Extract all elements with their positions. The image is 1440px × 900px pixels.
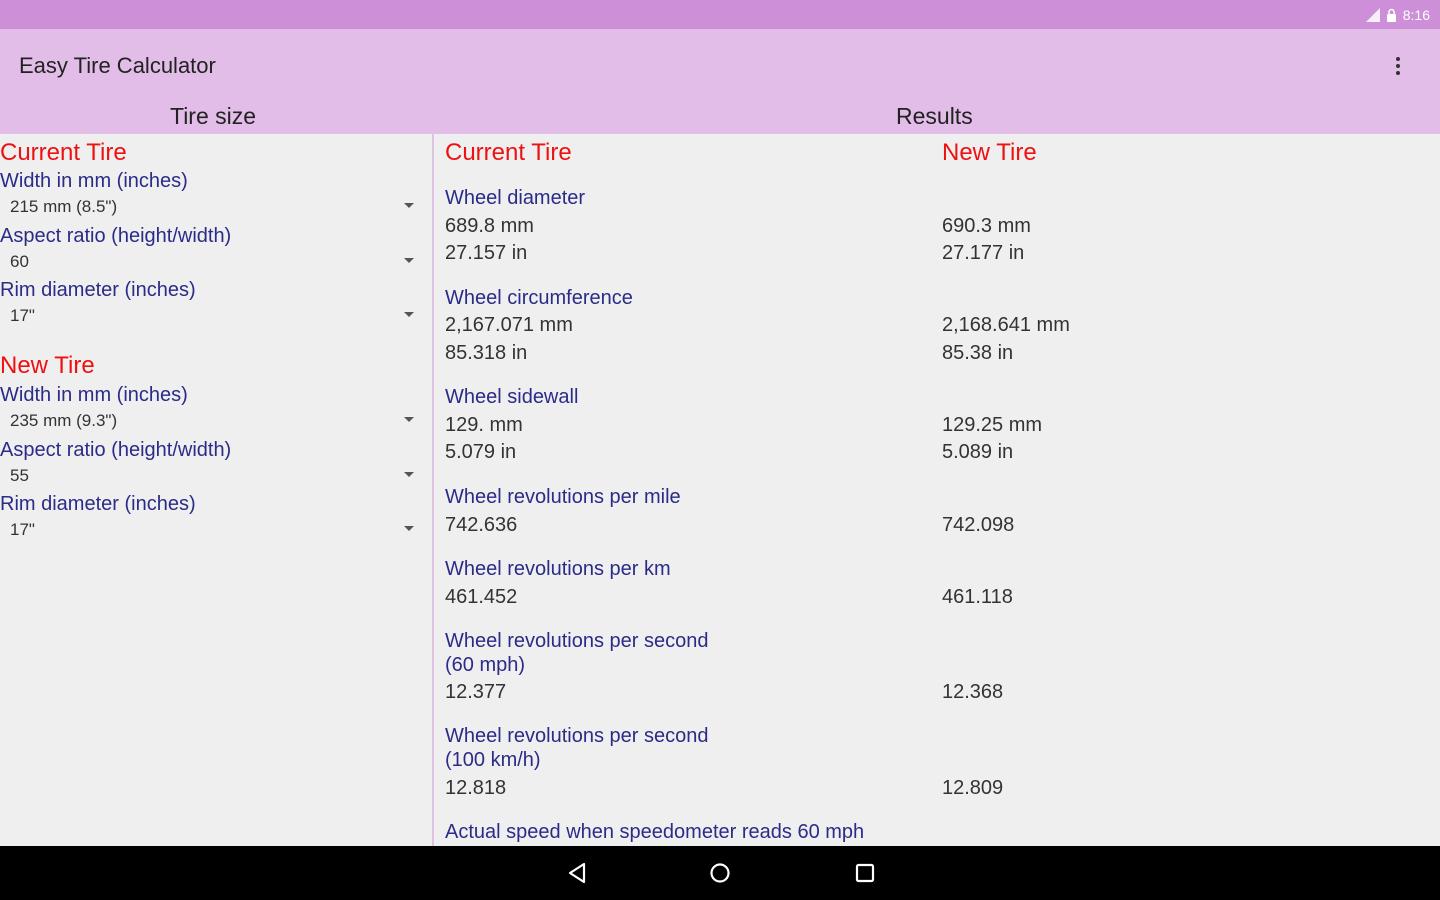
dropdown-arrow-icon xyxy=(404,526,414,531)
result-label-rev-per-sec-kmh-unit: (100 km/h) xyxy=(445,749,541,771)
back-icon[interactable] xyxy=(564,860,590,886)
result-label-circumference: Wheel circumference xyxy=(445,287,633,309)
results-new-heading: New Tire xyxy=(942,139,1037,166)
current-tire-heading: Current Tire xyxy=(0,139,127,166)
current-rim-spinner[interactable]: 17" xyxy=(0,306,424,332)
app-title: Easy Tire Calculator xyxy=(19,53,216,78)
overflow-menu-icon[interactable] xyxy=(1386,54,1410,78)
app-bar: Easy Tire Calculator Tire size Results xyxy=(0,29,1440,134)
result-value: 129.25 mm xyxy=(942,414,1043,436)
dropdown-arrow-icon xyxy=(404,472,414,477)
new-width-spinner[interactable]: 235 mm (9.3") xyxy=(0,411,424,437)
result-label-rev-per-sec-mph: Wheel revolutions per second xyxy=(445,630,709,652)
current-aspect-spinner[interactable]: 60 xyxy=(0,252,424,278)
current-rim-label: Rim diameter (inches) xyxy=(0,279,196,301)
status-time: 8:16 xyxy=(1402,7,1430,23)
new-aspect-label: Aspect ratio (height/width) xyxy=(0,439,232,461)
results-pane: Current Tire New Tire Wheel diameter 689… xyxy=(434,134,1440,846)
current-rim-value: 17" xyxy=(10,306,35,325)
dropdown-arrow-icon xyxy=(404,203,414,208)
tab-tire-size[interactable]: Tire size xyxy=(170,103,256,130)
result-value: 85.318 in xyxy=(445,342,528,364)
result-value: 689.8 mm xyxy=(445,215,534,237)
signal-icon xyxy=(1365,8,1380,22)
current-aspect-value: 60 xyxy=(10,252,29,271)
tire-size-pane: Current Tire Width in mm (inches) 215 mm… xyxy=(0,134,432,846)
tab-results[interactable]: Results xyxy=(896,103,973,130)
new-width-label: Width in mm (inches) xyxy=(0,384,188,406)
lock-icon xyxy=(1386,8,1396,22)
result-value: 85.38 in xyxy=(942,342,1014,364)
result-label-diameter: Wheel diameter xyxy=(445,187,586,209)
result-label-sidewall: Wheel sidewall xyxy=(445,386,579,408)
result-value: 27.177 in xyxy=(942,242,1025,264)
status-icons: 8:16 xyxy=(1364,6,1430,24)
current-width-label: Width in mm (inches) xyxy=(0,170,188,192)
current-aspect-label: Aspect ratio (height/width) xyxy=(0,225,232,247)
result-label-rev-per-sec-mph-unit: (60 mph) xyxy=(445,654,526,676)
result-value: 5.079 in xyxy=(445,441,517,463)
result-value: 2,167.071 mm xyxy=(445,314,573,336)
result-value: 742.098 xyxy=(942,514,1015,536)
result-value: 12.377 xyxy=(445,681,507,703)
result-label-actual-speed: Actual speed when speedometer reads 60 m… xyxy=(445,821,865,843)
new-aspect-spinner[interactable]: 55 xyxy=(0,466,424,492)
result-label-rev-per-sec-kmh: Wheel revolutions per second xyxy=(445,725,709,747)
result-value: 12.818 xyxy=(445,777,507,799)
result-value: 12.368 xyxy=(942,681,1004,703)
dropdown-arrow-icon xyxy=(404,417,414,422)
result-value: 5.089 in xyxy=(942,441,1014,463)
new-tire-heading: New Tire xyxy=(0,352,95,379)
home-icon[interactable] xyxy=(707,860,733,886)
dropdown-arrow-icon xyxy=(404,258,414,263)
new-width-value: 235 mm (9.3") xyxy=(10,411,118,430)
result-value: 2,168.641 mm xyxy=(942,314,1070,336)
result-value: 12.809 xyxy=(942,777,1004,799)
result-value: 690.3 mm xyxy=(942,215,1031,237)
results-current-heading: Current Tire xyxy=(445,139,572,166)
result-value: 742.636 xyxy=(445,514,518,536)
new-rim-value: 17" xyxy=(10,520,35,539)
navigation-bar xyxy=(0,846,1440,900)
new-aspect-value: 55 xyxy=(10,466,29,485)
dropdown-arrow-icon xyxy=(404,312,414,317)
new-rim-spinner[interactable]: 17" xyxy=(0,520,424,546)
recents-icon[interactable] xyxy=(852,860,878,886)
current-width-value: 215 mm (8.5") xyxy=(10,197,118,216)
result-value: 461.118 xyxy=(942,586,1013,608)
result-value: 129. mm xyxy=(445,414,523,436)
current-width-spinner[interactable]: 215 mm (8.5") xyxy=(0,197,424,223)
new-rim-label: Rim diameter (inches) xyxy=(0,493,196,515)
result-value: 461.452 xyxy=(445,586,518,608)
result-label-rev-per-mile: Wheel revolutions per mile xyxy=(445,486,681,508)
status-bar: 8:16 xyxy=(0,0,1440,29)
result-value: 27.157 in xyxy=(445,242,528,264)
result-label-rev-per-km: Wheel revolutions per km xyxy=(445,558,671,580)
